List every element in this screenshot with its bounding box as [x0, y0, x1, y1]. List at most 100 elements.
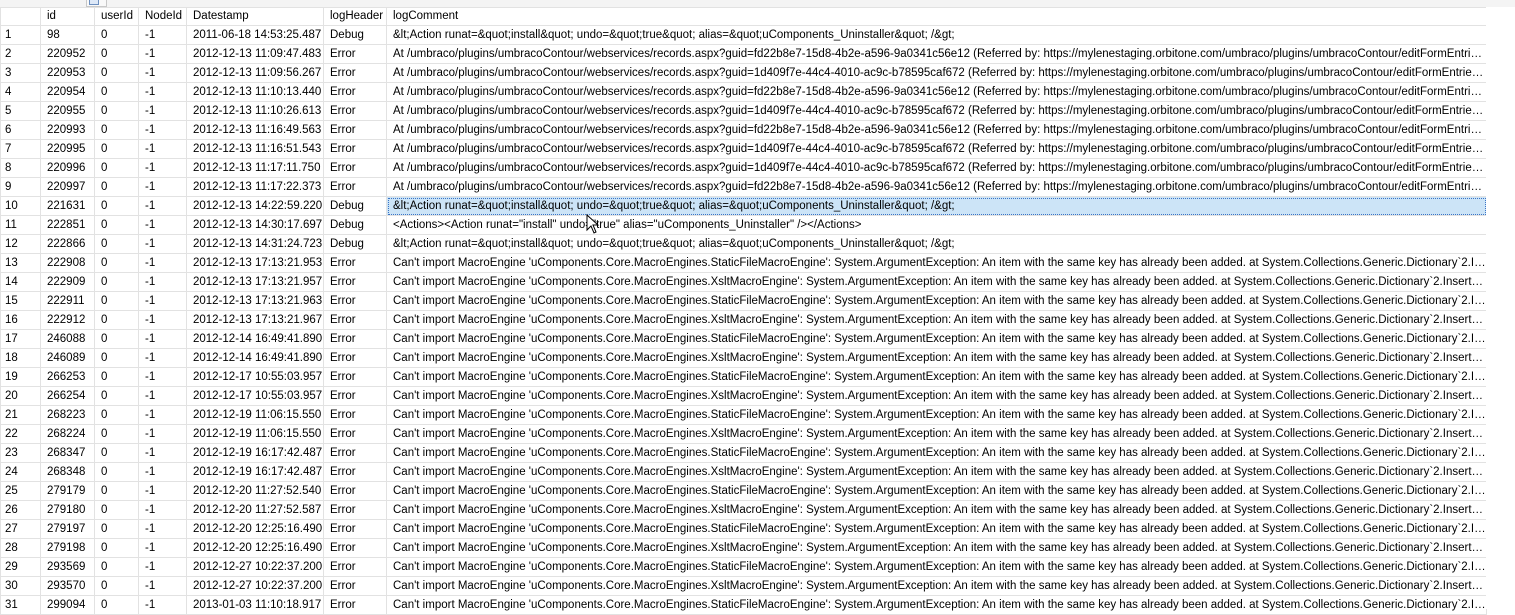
row-number[interactable]: 11 — [0, 215, 41, 235]
cell-id[interactable]: 279197 — [40, 519, 95, 539]
cell-nodeid[interactable]: -1 — [138, 215, 187, 235]
table-row[interactable]: 23 268347 0 -1 2012-12-19 16:17:42.487 Error C… — [0, 443, 1487, 463]
cell-logcomment[interactable]: At /umbraco/plugins/umbracoContour/webse… — [386, 120, 1487, 140]
row-number[interactable]: 5 — [0, 101, 41, 121]
cell-userid[interactable]: 0 — [94, 253, 139, 273]
cell-nodeid[interactable]: -1 — [138, 443, 187, 463]
cell-logheader[interactable]: Error — [323, 595, 387, 615]
cell-datestamp[interactable]: 2012-12-13 11:17:22.373 — [186, 177, 324, 197]
table-row[interactable]: 22 268224 0 -1 2012-12-19 11:06:15.550 Error C… — [0, 424, 1487, 444]
cell-logcomment[interactable]: At /umbraco/plugins/umbracoContour/webse… — [386, 177, 1487, 197]
cell-logheader[interactable]: Error — [323, 405, 387, 425]
cell-logcomment[interactable]: Can't import MacroEngine 'uComponents.Co… — [386, 424, 1487, 444]
cell-logcomment[interactable]: Can't import MacroEngine 'uComponents.Co… — [386, 348, 1487, 368]
cell-datestamp[interactable]: 2012-12-13 17:13:21.967 — [186, 310, 324, 330]
cell-logcomment[interactable]: <Actions><Action runat="install" undo="t… — [386, 215, 1487, 235]
cell-datestamp[interactable]: 2012-12-19 16:17:42.487 — [186, 443, 324, 463]
cell-id[interactable]: 266254 — [40, 386, 95, 406]
column-header-userid[interactable]: userId — [94, 7, 139, 26]
cell-nodeid[interactable]: -1 — [138, 177, 187, 197]
cell-logcomment[interactable]: Can't import MacroEngine 'uComponents.Co… — [386, 310, 1487, 330]
row-number[interactable]: 19 — [0, 367, 41, 387]
cell-nodeid[interactable]: -1 — [138, 424, 187, 444]
cell-logcomment[interactable]: Can't import MacroEngine 'uComponents.Co… — [386, 576, 1487, 596]
cell-datestamp[interactable]: 2012-12-13 11:09:47.483 — [186, 44, 324, 64]
cell-id[interactable]: 222908 — [40, 253, 95, 273]
table-row[interactable]: 13 222908 0 -1 2012-12-13 17:13:21.953 Error C… — [0, 253, 1487, 273]
table-row[interactable]: 24 268348 0 -1 2012-12-19 16:17:42.487 Error C… — [0, 462, 1487, 482]
cell-logheader[interactable]: Error — [323, 538, 387, 558]
cell-datestamp[interactable]: 2012-12-17 10:55:03.957 — [186, 367, 324, 387]
cell-userid[interactable]: 0 — [94, 538, 139, 558]
cell-userid[interactable]: 0 — [94, 367, 139, 387]
cell-userid[interactable]: 0 — [94, 329, 139, 349]
table-row[interactable]: 18 246089 0 -1 2012-12-14 16:49:41.890 Error C… — [0, 348, 1487, 368]
cell-id[interactable]: 220995 — [40, 139, 95, 159]
cell-id[interactable]: 220993 — [40, 120, 95, 140]
cell-nodeid[interactable]: -1 — [138, 139, 187, 159]
cell-logheader[interactable]: Error — [323, 367, 387, 387]
cell-logcomment[interactable]: Can't import MacroEngine 'uComponents.Co… — [386, 386, 1487, 406]
row-number[interactable]: 10 — [0, 196, 41, 216]
cell-logheader[interactable]: Error — [323, 158, 387, 178]
cell-nodeid[interactable]: -1 — [138, 481, 187, 501]
cell-userid[interactable]: 0 — [94, 196, 139, 216]
column-header-logcomment[interactable]: logComment — [386, 7, 1487, 26]
cell-logheader[interactable]: Error — [323, 272, 387, 292]
table-row[interactable]: 10 221631 0 -1 2012-12-13 14:22:59.220 Debug &… — [0, 196, 1487, 216]
table-row[interactable]: 1 98 0 -1 2011-06-18 14:53:25.487 Debug &lt;Ac… — [0, 25, 1487, 45]
cell-logcomment[interactable]: Can't import MacroEngine 'uComponents.Co… — [386, 462, 1487, 482]
cell-logheader[interactable]: Error — [323, 576, 387, 596]
cell-logcomment[interactable]: Can't import MacroEngine 'uComponents.Co… — [386, 557, 1487, 577]
cell-datestamp[interactable]: 2012-12-13 11:17:11.750 — [186, 158, 324, 178]
cell-datestamp[interactable]: 2012-12-13 11:10:26.613 — [186, 101, 324, 121]
cell-logcomment[interactable]: At /umbraco/plugins/umbracoContour/webse… — [386, 139, 1487, 159]
cell-logcomment[interactable]: Can't import MacroEngine 'uComponents.Co… — [386, 481, 1487, 501]
cell-nodeid[interactable]: -1 — [138, 500, 187, 520]
table-row[interactable]: 27 279197 0 -1 2012-12-20 12:25:16.490 Error C… — [0, 519, 1487, 539]
cell-nodeid[interactable]: -1 — [138, 253, 187, 273]
cell-id[interactable]: 293570 — [40, 576, 95, 596]
cell-logcomment[interactable]: Can't import MacroEngine 'uComponents.Co… — [386, 519, 1487, 539]
cell-userid[interactable]: 0 — [94, 177, 139, 197]
cell-userid[interactable]: 0 — [94, 82, 139, 102]
cell-userid[interactable]: 0 — [94, 101, 139, 121]
row-number[interactable]: 15 — [0, 291, 41, 311]
cell-logcomment[interactable]: At /umbraco/plugins/umbracoContour/webse… — [386, 44, 1487, 64]
cell-logheader[interactable]: Error — [323, 139, 387, 159]
cell-userid[interactable]: 0 — [94, 595, 139, 615]
cell-id[interactable]: 222866 — [40, 234, 95, 254]
cell-datestamp[interactable]: 2012-12-14 16:49:41.890 — [186, 348, 324, 368]
row-number[interactable]: 28 — [0, 538, 41, 558]
cell-nodeid[interactable]: -1 — [138, 82, 187, 102]
cell-logcomment[interactable]: Can't import MacroEngine 'uComponents.Co… — [386, 272, 1487, 292]
cell-id[interactable]: 221631 — [40, 196, 95, 216]
cell-userid[interactable]: 0 — [94, 443, 139, 463]
table-row[interactable]: 17 246088 0 -1 2012-12-14 16:49:41.890 Error C… — [0, 329, 1487, 349]
cell-datestamp[interactable]: 2012-12-13 11:16:51.543 — [186, 139, 324, 159]
cell-nodeid[interactable]: -1 — [138, 462, 187, 482]
cell-id[interactable]: 268224 — [40, 424, 95, 444]
row-number[interactable]: 12 — [0, 234, 41, 254]
cell-logcomment[interactable]: Can't import MacroEngine 'uComponents.Co… — [386, 253, 1487, 273]
cell-datestamp[interactable]: 2012-12-13 11:09:56.267 — [186, 63, 324, 83]
column-header-nodeid[interactable]: NodeId — [138, 7, 187, 26]
cell-datestamp[interactable]: 2012-12-20 11:27:52.587 — [186, 500, 324, 520]
cell-nodeid[interactable]: -1 — [138, 25, 187, 45]
cell-logheader[interactable]: Error — [323, 500, 387, 520]
row-number[interactable]: 3 — [0, 63, 41, 83]
column-header-datestamp[interactable]: Datestamp — [186, 7, 324, 26]
cell-id[interactable]: 98 — [40, 25, 95, 45]
cell-userid[interactable]: 0 — [94, 557, 139, 577]
table-row[interactable]: 26 279180 0 -1 2012-12-20 11:27:52.587 Error C… — [0, 500, 1487, 520]
column-header-logheader[interactable]: logHeader — [323, 7, 387, 26]
cell-logheader[interactable]: Error — [323, 519, 387, 539]
cell-logheader[interactable]: Error — [323, 310, 387, 330]
cell-logcomment[interactable]: Can't import MacroEngine 'uComponents.Co… — [386, 405, 1487, 425]
cell-logheader[interactable]: Error — [323, 63, 387, 83]
cell-logheader[interactable]: Error — [323, 120, 387, 140]
cell-logheader[interactable]: Debug — [323, 196, 387, 216]
cell-logcomment[interactable]: &lt;Action runat=&quot;install&quot; und… — [386, 196, 1487, 216]
cell-nodeid[interactable]: -1 — [138, 196, 187, 216]
cell-datestamp[interactable]: 2012-12-14 16:49:41.890 — [186, 329, 324, 349]
